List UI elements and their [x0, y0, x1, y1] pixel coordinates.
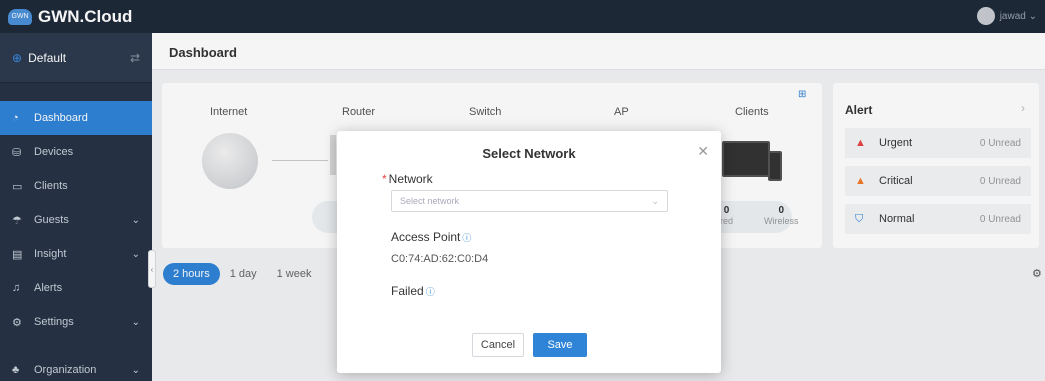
cancel-button[interactable]: Cancel: [472, 333, 524, 357]
info-icon[interactable]: ⓘ: [426, 287, 435, 297]
select-network-dialog: Select Network ✕ * Network Select network…: [337, 131, 721, 373]
access-point-label-text: Access Point: [391, 230, 461, 244]
network-select[interactable]: Select network ⌄: [391, 190, 668, 212]
failed-label: Failed ⓘ: [391, 284, 435, 298]
network-field-label: * Network: [382, 172, 433, 186]
dialog-title: Select Network: [482, 146, 576, 161]
network-label-text: Network: [388, 172, 433, 186]
info-icon[interactable]: ⓘ: [462, 233, 471, 243]
access-point-label: Access Point ⓘ: [391, 230, 471, 244]
required-marker: *: [382, 172, 387, 186]
access-point-mac: C0:74:AD:62:C0:D4: [391, 253, 489, 265]
save-button[interactable]: Save: [533, 333, 587, 357]
network-select-placeholder: Select network: [400, 196, 460, 206]
failed-label-text: Failed: [391, 284, 424, 298]
close-icon[interactable]: ✕: [697, 143, 709, 160]
chevron-down-icon: ⌄: [651, 195, 659, 206]
